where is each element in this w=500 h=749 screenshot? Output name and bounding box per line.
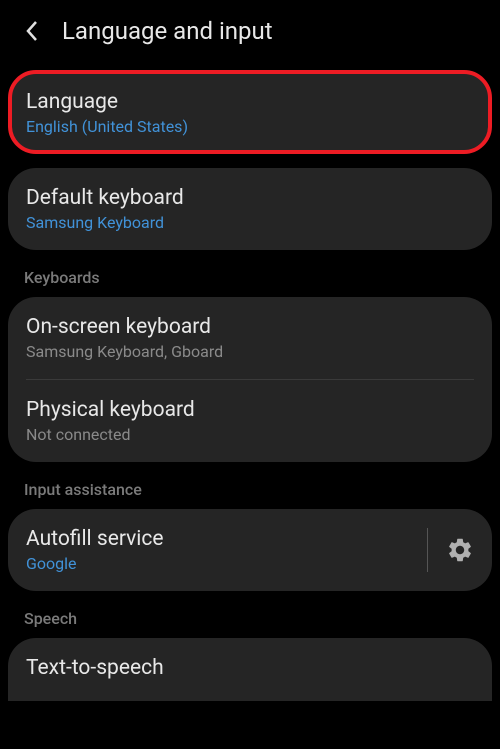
onscreen-keyboard-subtitle: Samsung Keyboard, Gboard bbox=[26, 342, 474, 361]
keyboards-section-label: Keyboards bbox=[0, 264, 500, 297]
language-item[interactable]: Language English (United States) bbox=[12, 74, 488, 150]
tts-item[interactable]: Text-to-speech bbox=[8, 638, 492, 701]
page-title: Language and input bbox=[62, 17, 273, 45]
autofill-content: Autofill service Google bbox=[26, 527, 427, 573]
physical-keyboard-item[interactable]: Physical keyboard Not connected bbox=[8, 380, 492, 462]
input-assistance-card: Autofill service Google bbox=[8, 509, 492, 591]
settings-content: Language English (United States) Default… bbox=[0, 70, 500, 701]
default-keyboard-title: Default keyboard bbox=[26, 186, 474, 210]
autofill-settings-button[interactable] bbox=[427, 528, 474, 572]
language-card: Language English (United States) bbox=[8, 70, 492, 154]
gear-icon bbox=[446, 536, 474, 564]
speech-section-label: Speech bbox=[0, 605, 500, 638]
default-keyboard-subtitle: Samsung Keyboard bbox=[26, 213, 474, 232]
chevron-left-icon bbox=[25, 20, 39, 42]
speech-card: Text-to-speech bbox=[8, 638, 492, 701]
language-subtitle: English (United States) bbox=[26, 117, 474, 136]
onscreen-keyboard-item[interactable]: On-screen keyboard Samsung Keyboard, Gbo… bbox=[8, 297, 492, 379]
back-button[interactable] bbox=[14, 13, 50, 49]
physical-keyboard-subtitle: Not connected bbox=[26, 425, 474, 444]
default-keyboard-card: Default keyboard Samsung Keyboard bbox=[8, 168, 492, 250]
physical-keyboard-title: Physical keyboard bbox=[26, 398, 474, 422]
header-bar: Language and input bbox=[0, 0, 500, 62]
input-assistance-section-label: Input assistance bbox=[0, 476, 500, 509]
default-keyboard-item[interactable]: Default keyboard Samsung Keyboard bbox=[8, 168, 492, 250]
tts-title: Text-to-speech bbox=[26, 656, 474, 680]
keyboards-card: On-screen keyboard Samsung Keyboard, Gbo… bbox=[8, 297, 492, 462]
autofill-item[interactable]: Autofill service Google bbox=[8, 509, 492, 591]
onscreen-keyboard-title: On-screen keyboard bbox=[26, 315, 474, 339]
autofill-title: Autofill service bbox=[26, 527, 427, 551]
autofill-subtitle: Google bbox=[26, 554, 427, 573]
language-title: Language bbox=[26, 90, 474, 114]
